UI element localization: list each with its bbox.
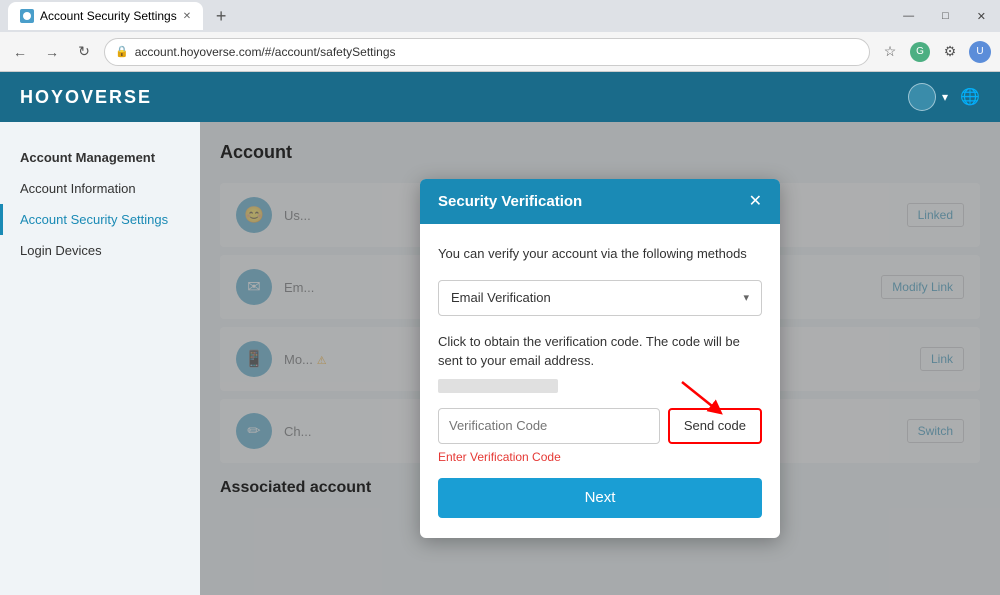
minimize-button[interactable]: —: [897, 8, 920, 24]
bookmark-icon[interactable]: ☆: [878, 40, 902, 64]
modal-header: Security Verification ✕: [420, 179, 780, 224]
address-text: account.hoyoverse.com/#/account/safetySe…: [135, 45, 396, 59]
tab-title: Account Security Settings: [40, 9, 177, 23]
modal-title: Security Verification: [438, 193, 582, 210]
app-header: HOYOVERSE ▾ 🌐: [0, 72, 1000, 122]
sidebar: Account Management Account Information A…: [0, 122, 200, 595]
masked-email: [438, 379, 558, 393]
extensions-icon[interactable]: ⚙: [938, 40, 962, 64]
modal-close-button[interactable]: ✕: [749, 194, 762, 210]
verification-row: Send code: [438, 408, 762, 444]
dropdown-arrow-icon: ▾: [743, 291, 749, 304]
lock-icon: 🔒: [115, 45, 129, 58]
close-button[interactable]: ✕: [971, 8, 992, 25]
modal-overlay: Security Verification ✕ You can verify y…: [200, 122, 1000, 595]
modal-description: You can verify your account via the foll…: [438, 244, 762, 264]
user-profile-nav[interactable]: U: [968, 40, 992, 64]
verification-method-dropdown[interactable]: Email Verification ▾: [438, 280, 762, 316]
tab-favicon: [20, 9, 34, 23]
verification-code-input[interactable]: [438, 408, 660, 444]
forward-button[interactable]: →: [40, 40, 64, 64]
new-tab-button[interactable]: +: [207, 2, 235, 30]
error-message: Enter Verification Code: [438, 450, 762, 464]
sidebar-item-login-devices[interactable]: Login Devices: [0, 235, 200, 266]
ext-icon: G: [910, 42, 930, 62]
sidebar-section-account: Account Management: [0, 142, 200, 173]
header-user[interactable]: ▾: [908, 83, 948, 111]
page-content: Account 😊 Us... Linked ✉ Em... Modify Li…: [200, 122, 1000, 595]
back-button[interactable]: ←: [8, 40, 32, 64]
globe-icon[interactable]: 🌐: [960, 87, 980, 107]
click-instruction-text: Click to obtain the verification code. T…: [438, 332, 762, 371]
app-logo: HOYOVERSE: [20, 87, 152, 108]
sidebar-item-account-info[interactable]: Account Information: [0, 173, 200, 204]
address-bar[interactable]: 🔒 account.hoyoverse.com/#/account/safety…: [104, 38, 870, 66]
sidebar-item-security-settings[interactable]: Account Security Settings: [0, 204, 200, 235]
next-button[interactable]: Next: [438, 478, 762, 518]
extension-hoyoverse[interactable]: G: [908, 40, 932, 64]
tab-close-icon[interactable]: ✕: [183, 11, 191, 22]
security-verification-modal: Security Verification ✕ You can verify y…: [420, 179, 780, 538]
browser-tab[interactable]: Account Security Settings ✕: [8, 2, 203, 30]
profile-avatar: U: [969, 41, 991, 63]
refresh-button[interactable]: ↻: [72, 40, 96, 64]
maximize-button[interactable]: □: [936, 8, 955, 24]
dropdown-value: Email Verification: [451, 290, 551, 305]
modal-body: You can verify your account via the foll…: [420, 224, 780, 538]
header-username: ▾: [942, 90, 948, 104]
red-arrow-annotation: [677, 380, 727, 418]
header-avatar: [908, 83, 936, 111]
